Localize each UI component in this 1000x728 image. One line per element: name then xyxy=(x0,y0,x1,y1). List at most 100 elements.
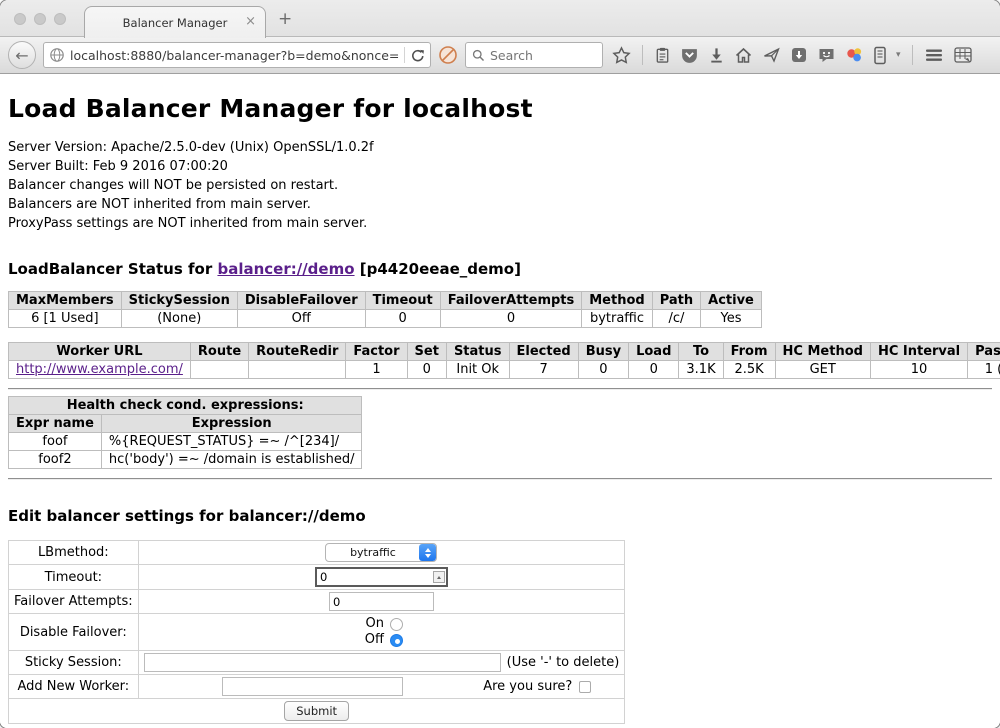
are-you-sure-checkbox[interactable] xyxy=(579,681,591,693)
form-row-add-worker: Add New Worker: Are you sure? xyxy=(9,675,625,699)
url-separator xyxy=(404,47,405,63)
url-input[interactable] xyxy=(70,48,399,63)
url-bar[interactable] xyxy=(43,42,431,68)
col-timeout: Timeout xyxy=(365,292,440,310)
reload-icon[interactable] xyxy=(410,48,425,63)
col-elected: Elected xyxy=(509,343,578,361)
sticky-session-input[interactable] xyxy=(144,653,501,672)
sticky-session-note: (Use '-' to delete) xyxy=(507,655,620,670)
add-worker-label: Add New Worker: xyxy=(9,675,139,699)
worker-status-table: Worker URL Route RouteRedir Factor Set S… xyxy=(8,342,1000,379)
color-dots-extension-icon[interactable] xyxy=(845,46,864,64)
bookmark-star-icon[interactable] xyxy=(612,46,631,65)
cell-expression: %{REQUEST_STATUS} =~ /^[234]/ xyxy=(101,433,362,451)
form-row-timeout: Timeout: xyxy=(9,565,625,590)
submit-button[interactable]: Submit xyxy=(284,701,349,721)
form-row-submit: Submit xyxy=(9,699,625,724)
downloads-icon[interactable] xyxy=(708,46,725,64)
chat-smiley-icon[interactable] xyxy=(817,46,836,64)
cell-route xyxy=(190,361,248,379)
cell-worker-url: http://www.example.com/ xyxy=(9,361,191,379)
cell-set: 0 xyxy=(407,361,446,379)
tab-balancer-manager[interactable]: Balancer Manager × xyxy=(84,6,266,38)
search-input[interactable] xyxy=(490,48,596,63)
edit-settings-heading: Edit balancer settings for balancer://de… xyxy=(8,507,992,525)
table-header-row: Expr name Expression xyxy=(9,415,362,433)
col-route: Route xyxy=(190,343,248,361)
content-blocker-icon[interactable] xyxy=(438,45,458,65)
pocket-icon[interactable] xyxy=(680,46,699,65)
tiles-extension-icon[interactable] xyxy=(953,46,973,65)
col-from: From xyxy=(723,343,775,361)
toolbar-separator xyxy=(642,45,643,65)
home-icon[interactable] xyxy=(734,46,753,64)
cell-stickysession: (None) xyxy=(121,310,237,328)
cell-factor: 1 xyxy=(346,361,407,379)
cell-disablefailover: Off xyxy=(237,310,365,328)
edit-balancer-form: LBmethod: bytraffic Timeout: xyxy=(8,540,625,724)
new-tab-button[interactable]: + xyxy=(278,9,292,29)
server-built: Server Built: Feb 9 2016 07:00:20 xyxy=(8,157,992,176)
search-bar[interactable] xyxy=(465,42,603,68)
form-row-disable-failover: Disable Failover: On Off xyxy=(9,614,625,651)
lbmethod-select[interactable]: bytraffic xyxy=(325,543,437,562)
cell-active: Yes xyxy=(701,310,762,328)
back-button[interactable]: ← xyxy=(8,41,36,69)
cell-failoverattempts: 0 xyxy=(440,310,582,328)
page-content: Load Balancer Manager for localhost Serv… xyxy=(0,74,1000,728)
col-factor: Factor xyxy=(346,343,407,361)
col-status: Status xyxy=(446,343,509,361)
clipboard-icon[interactable] xyxy=(654,46,671,64)
cell-path: /c/ xyxy=(652,310,700,328)
cell-status: Init Ok xyxy=(446,361,509,379)
disable-failover-on-radio[interactable] xyxy=(390,618,403,631)
search-icon xyxy=(472,49,485,62)
select-stepper-icon xyxy=(419,544,436,561)
send-plane-icon[interactable] xyxy=(762,46,781,64)
cell-routeredir xyxy=(249,361,346,379)
col-disablefailover: DisableFailover xyxy=(237,292,365,310)
cell-method: bytraffic xyxy=(582,310,652,328)
device-reader-icon[interactable] xyxy=(873,46,887,65)
worker-url-link[interactable]: http://www.example.com/ xyxy=(16,362,183,377)
globe-icon[interactable] xyxy=(49,47,65,63)
balancer-demo-link[interactable]: balancer://demo xyxy=(217,260,354,278)
disable-failover-off-radio[interactable] xyxy=(390,634,403,647)
failover-attempts-input[interactable] xyxy=(329,592,434,611)
tab-bar: Balancer Manager × + xyxy=(0,0,1000,37)
col-to: To xyxy=(679,343,723,361)
radio-on-label: On xyxy=(360,616,384,632)
menu-hamburger-icon[interactable] xyxy=(924,47,944,63)
status-heading: LoadBalancer Status for balancer://demo … xyxy=(8,260,992,278)
cell-busy: 0 xyxy=(578,361,628,379)
cell-timeout: 0 xyxy=(365,310,440,328)
toolbar-icons: ▾ xyxy=(612,45,973,65)
form-row-failover: Failover Attempts: xyxy=(9,590,625,614)
notice-proxypass: ProxyPass settings are NOT inherited fro… xyxy=(8,214,992,233)
lbmethod-selected-value: bytraffic xyxy=(326,546,419,559)
save-square-icon[interactable] xyxy=(790,46,808,64)
minimize-window-button[interactable] xyxy=(34,13,46,25)
divider xyxy=(8,388,992,390)
tab-close-icon[interactable]: × xyxy=(245,14,256,29)
status-heading-prefix: LoadBalancer Status for xyxy=(8,260,217,278)
timeout-input[interactable] xyxy=(315,567,448,587)
col-passes: Passes xyxy=(968,343,1000,361)
col-routeredir: RouteRedir xyxy=(249,343,346,361)
overflow-caret-icon[interactable]: ▾ xyxy=(896,50,901,60)
col-set: Set xyxy=(407,343,446,361)
zoom-window-button[interactable] xyxy=(54,13,66,25)
number-spinner-icon[interactable] xyxy=(433,571,445,583)
cell-expr-name: foof xyxy=(9,433,102,451)
disable-failover-label: Disable Failover: xyxy=(9,614,139,651)
cell-hc-interval: 10 xyxy=(870,361,967,379)
notice-balancers: Balancers are NOT inherited from main se… xyxy=(8,195,992,214)
table-row: http://www.example.com/ 1 0 Init Ok 7 0 … xyxy=(9,361,1000,379)
close-window-button[interactable] xyxy=(14,13,26,25)
timeout-label: Timeout: xyxy=(9,565,139,590)
cell-load: 0 xyxy=(629,361,679,379)
add-worker-input[interactable] xyxy=(222,677,403,696)
col-worker-url: Worker URL xyxy=(9,343,191,361)
cell-passes: 1 (0) xyxy=(968,361,1000,379)
col-busy: Busy xyxy=(578,343,628,361)
